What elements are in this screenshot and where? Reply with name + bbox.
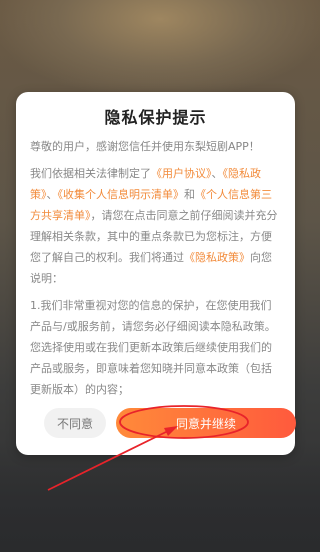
policy-item-1: 1.我们非常重视对您的信息的保护，在您使用我们产品与/或服务前，请您务必仔细阅读… — [30, 299, 276, 396]
dialog-title: 隐私保护提示 — [104, 108, 207, 127]
personal-info-list-link[interactable]: 《收集个人信息明示清单》 — [58, 188, 185, 201]
separator-text: 和 — [184, 188, 195, 201]
dialog-content[interactable]: 尊敬的用户，感谢您信任并使用东梨短剧APP！ 我们依据相关法律制定了《用户协议》… — [30, 136, 279, 396]
policy-intro-paragraph: 我们依据相关法律制定了《用户协议》、《隐私政策》、《收集个人信息明示清单》和《个… — [30, 163, 279, 289]
privacy-dialog: 隐私保护提示 尊敬的用户，感谢您信任并使用东梨短剧APP！ 我们依据相关法律制定… — [16, 92, 296, 455]
separator-text: 、 — [211, 167, 223, 180]
privacy-policy-link-2[interactable]: 《隐私政策》 — [184, 251, 250, 264]
intro-text: 我们依据相关法律制定了 — [30, 167, 151, 180]
greeting-text: 尊敬的用户，感谢您信任并使用东梨短剧APP！ — [30, 140, 260, 153]
background-shade — [0, 442, 320, 552]
background-blur — [0, 0, 320, 95]
agree-continue-button[interactable]: 同意并继续 — [116, 408, 296, 438]
user-agreement-link[interactable]: 《用户协议》 — [151, 167, 212, 180]
dialog-footer: 不同意 同意并继续 — [30, 408, 296, 442]
separator-text: 、 — [46, 188, 58, 201]
disagree-button[interactable]: 不同意 — [44, 408, 106, 438]
